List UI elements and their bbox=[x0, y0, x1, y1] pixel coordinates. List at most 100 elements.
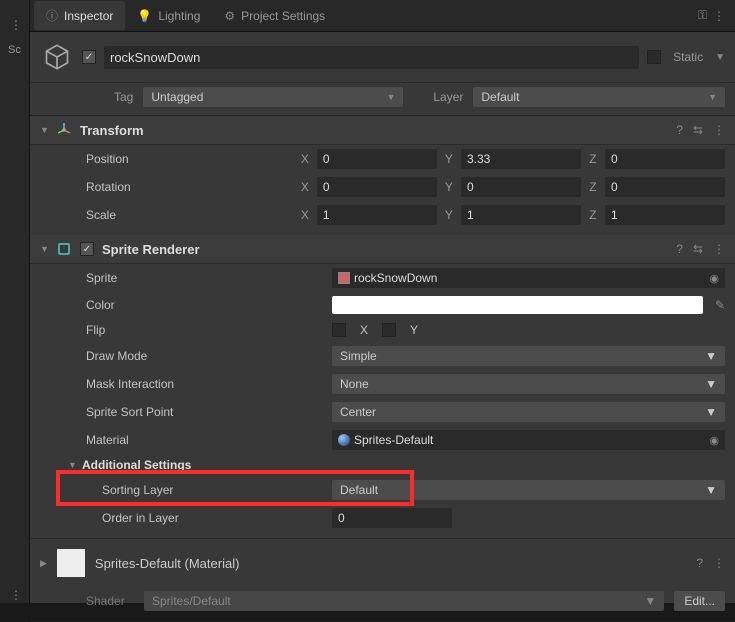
tab-lighting[interactable]: 💡 Lighting bbox=[125, 3, 212, 29]
draw-mode-dropdown[interactable]: Simple ▼ bbox=[332, 346, 725, 366]
transform-component-header[interactable]: ▼ Transform ? ⇆ ⋮ bbox=[30, 116, 735, 145]
transform-icon bbox=[56, 122, 72, 138]
chevron-down-icon: ▼ bbox=[644, 594, 656, 608]
help-icon[interactable]: ? bbox=[696, 556, 703, 570]
rotation-x-field[interactable] bbox=[317, 177, 437, 197]
tab-project-settings[interactable]: ⚙ Project Settings bbox=[212, 3, 337, 29]
layer-dropdown[interactable]: Default ▼ bbox=[473, 87, 725, 107]
lightbulb-icon: 💡 bbox=[137, 9, 152, 23]
sorting-layer-row: Sorting Layer Default ▼ bbox=[30, 476, 735, 504]
foldout-icon[interactable]: ▼ bbox=[40, 244, 48, 254]
chevron-down-icon: ▼ bbox=[705, 483, 717, 497]
kebab-menu-icon[interactable]: ⋮ bbox=[713, 556, 725, 570]
sprite-renderer-header[interactable]: ▼ ✓ Sprite Renderer ? ⇆ ⋮ bbox=[30, 235, 735, 264]
scale-z-field[interactable] bbox=[605, 205, 725, 225]
z-label: Z bbox=[587, 180, 599, 194]
position-row: Position X Y Z bbox=[30, 145, 735, 173]
foldout-icon[interactable]: ▼ bbox=[40, 125, 48, 135]
kebab-menu-icon[interactable]: ⋮ bbox=[713, 123, 725, 137]
sprite-renderer-icon bbox=[56, 241, 72, 257]
sorting-layer-value: Default bbox=[340, 483, 378, 497]
sorting-layer-label: Sorting Layer bbox=[102, 483, 326, 497]
tab-inspector[interactable]: ⓘ Inspector bbox=[34, 1, 125, 30]
object-picker-icon[interactable]: ◉ bbox=[709, 272, 719, 285]
x-label: X bbox=[299, 152, 311, 166]
rotation-y-field[interactable] bbox=[461, 177, 581, 197]
material-thumb-icon bbox=[338, 434, 350, 446]
material-object-field[interactable]: Sprites-Default ◉ bbox=[332, 430, 725, 450]
y-label: Y bbox=[443, 180, 455, 194]
flip-row: Flip X Y bbox=[30, 318, 735, 342]
scale-label: Scale bbox=[86, 208, 293, 222]
position-label: Position bbox=[86, 152, 293, 166]
foldout-icon[interactable]: ▼ bbox=[68, 460, 76, 470]
kebab-menu-icon[interactable]: ⋮ bbox=[713, 242, 725, 256]
position-x-field[interactable] bbox=[317, 149, 437, 169]
component-title: Sprite Renderer bbox=[102, 242, 668, 257]
component-title: Transform bbox=[80, 123, 668, 138]
drag-dots-icon[interactable]: ⋮ bbox=[10, 588, 22, 602]
flip-x-checkbox[interactable] bbox=[332, 323, 346, 337]
tag-dropdown[interactable]: Untagged ▼ bbox=[143, 87, 403, 107]
tab-label: Inspector bbox=[64, 9, 113, 23]
gameobject-name-field[interactable] bbox=[104, 46, 639, 69]
z-label: Z bbox=[587, 208, 599, 222]
additional-settings-title: Additional Settings bbox=[82, 458, 191, 472]
material-value: Sprites-Default bbox=[354, 433, 433, 447]
preset-icon[interactable]: ⇆ bbox=[693, 123, 703, 137]
static-checkbox[interactable] bbox=[647, 50, 661, 64]
sprite-thumb-icon bbox=[338, 272, 350, 284]
sorting-layer-dropdown[interactable]: Default ▼ bbox=[332, 480, 725, 500]
material-title: Sprites-Default (Material) bbox=[95, 556, 686, 571]
draw-mode-row: Draw Mode Simple ▼ bbox=[30, 342, 735, 370]
mask-interaction-value: None bbox=[340, 377, 369, 391]
order-in-layer-field[interactable] bbox=[332, 508, 452, 528]
sprite-value: rockSnowDown bbox=[354, 271, 437, 285]
chevron-down-icon: ▼ bbox=[705, 405, 717, 419]
sprite-sort-point-dropdown[interactable]: Center ▼ bbox=[332, 402, 725, 422]
flip-label: Flip bbox=[86, 323, 326, 337]
shader-value: Sprites/Default bbox=[152, 594, 231, 608]
lock-icon[interactable]: ⚿ bbox=[698, 8, 707, 23]
eyedropper-icon[interactable]: ✎ bbox=[715, 298, 725, 312]
y-label: Y bbox=[443, 152, 455, 166]
shader-dropdown[interactable]: Sprites/Default ▼ bbox=[144, 591, 664, 611]
component-enabled-checkbox[interactable]: ✓ bbox=[80, 242, 94, 256]
drag-dots-icon[interactable]: ⋮ bbox=[10, 18, 22, 32]
flip-y-label: Y bbox=[410, 323, 418, 337]
sprite-sort-point-value: Center bbox=[340, 405, 376, 419]
flip-y-checkbox[interactable] bbox=[382, 323, 396, 337]
chevron-down-icon: ▼ bbox=[708, 92, 717, 102]
help-icon[interactable]: ? bbox=[676, 242, 683, 256]
object-picker-icon[interactable]: ◉ bbox=[709, 434, 719, 447]
sprite-sort-point-label: Sprite Sort Point bbox=[86, 405, 326, 419]
x-label: X bbox=[299, 180, 311, 194]
x-label: X bbox=[299, 208, 311, 222]
gameobject-icon[interactable] bbox=[40, 40, 74, 74]
preset-icon[interactable]: ⇆ bbox=[693, 242, 703, 256]
static-dropdown-arrow-icon[interactable]: ▼ bbox=[715, 52, 725, 63]
material-preview-thumb[interactable] bbox=[57, 549, 85, 577]
scale-x-field[interactable] bbox=[317, 205, 437, 225]
kebab-menu-icon[interactable]: ⋮ bbox=[713, 9, 725, 23]
order-in-layer-row: Order in Layer bbox=[30, 504, 735, 532]
mask-interaction-dropdown[interactable]: None ▼ bbox=[332, 374, 725, 394]
rotation-z-field[interactable] bbox=[605, 177, 725, 197]
edit-shader-button[interactable]: Edit... bbox=[674, 591, 725, 611]
material-preview-section: ▶ Sprites-Default (Material) ? ⋮ bbox=[30, 538, 735, 587]
color-field[interactable] bbox=[332, 296, 703, 314]
y-label: Y bbox=[443, 208, 455, 222]
order-in-layer-label: Order in Layer bbox=[102, 511, 326, 525]
color-row: Color ✎ bbox=[30, 292, 735, 318]
shader-label: Shader bbox=[86, 594, 134, 608]
position-y-field[interactable] bbox=[461, 149, 581, 169]
help-icon[interactable]: ? bbox=[676, 123, 683, 137]
tab-label: Project Settings bbox=[241, 9, 325, 23]
scale-y-field[interactable] bbox=[461, 205, 581, 225]
material-row: Material Sprites-Default ◉ bbox=[30, 426, 735, 454]
sprite-object-field[interactable]: rockSnowDown ◉ bbox=[332, 268, 725, 288]
active-checkbox[interactable]: ✓ bbox=[82, 50, 96, 64]
foldout-icon[interactable]: ▶ bbox=[40, 558, 47, 569]
additional-settings-header[interactable]: ▼ Additional Settings bbox=[30, 454, 735, 476]
position-z-field[interactable] bbox=[605, 149, 725, 169]
